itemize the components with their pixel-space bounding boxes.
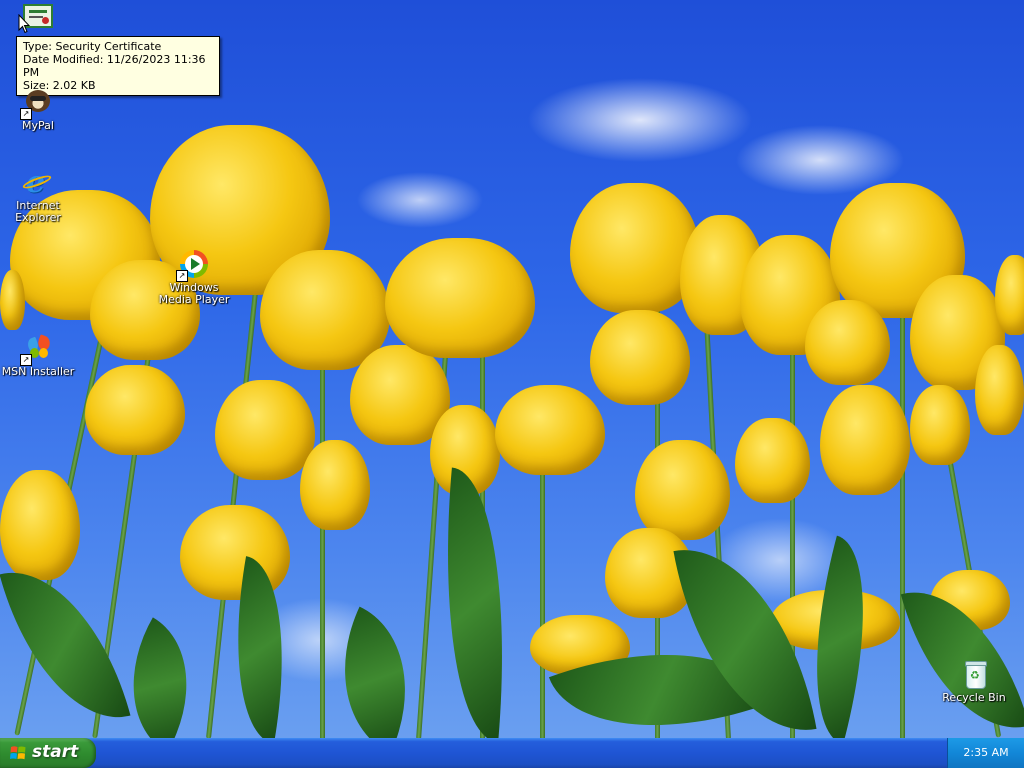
desktop-icon-label: Internet Explorer	[15, 199, 61, 224]
desktop-icon-label: Recycle Bin	[942, 691, 1006, 704]
windows-media-player-icon: ↗	[176, 248, 210, 282]
start-button-label: start	[32, 742, 79, 762]
shortcut-arrow-icon: ↗	[20, 108, 32, 120]
mypal-icon: ↗	[20, 86, 54, 120]
recycle-bin-icon: ♻	[958, 658, 990, 690]
windows-logo-icon	[10, 746, 26, 760]
clock[interactable]: 2:35 AM	[963, 746, 1008, 759]
desktop-icon-mypal[interactable]: ↗ MyPal	[0, 86, 76, 132]
desktop-icon-windows-media-player[interactable]: ↗ Windows Media Player	[156, 248, 232, 306]
desktop-icon-certificate[interactable]	[0, 4, 76, 30]
tooltip-date-modified: Date Modified: 11/26/2023 11:36 PM	[23, 53, 206, 79]
desktop[interactable]: Type: Security Certificate Date Modified…	[0, 0, 1024, 738]
system-tray: 2:35 AM	[947, 738, 1024, 768]
msn-butterfly-icon: ↗	[20, 332, 54, 366]
mouse-cursor-icon	[18, 14, 30, 34]
shortcut-arrow-icon: ↗	[176, 270, 188, 282]
desktop-icon-msn-installer[interactable]: ↗ MSN Installer	[0, 332, 76, 378]
start-button[interactable]: start	[0, 738, 96, 768]
desktop-icon-label: Windows Media Player	[158, 281, 230, 306]
desktop-icon-internet-explorer[interactable]: e Internet Explorer	[0, 166, 76, 224]
desktop-icon-label: MyPal	[22, 119, 54, 132]
taskbar: start 2:35 AM	[0, 738, 1024, 768]
internet-explorer-icon: e	[21, 166, 54, 198]
tooltip-type: Type: Security Certificate	[23, 40, 162, 53]
desktop-icon-label: MSN Installer	[1, 365, 75, 378]
desktop-icon-recycle-bin[interactable]: ♻ Recycle Bin	[936, 658, 1012, 704]
shortcut-arrow-icon: ↗	[20, 354, 32, 366]
